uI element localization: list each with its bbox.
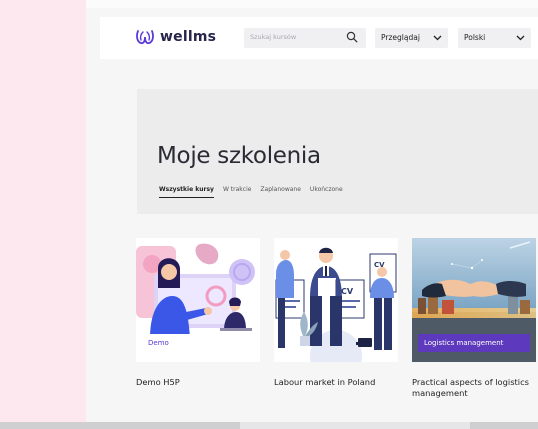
app-window: wellms Szukaj kursów Przeglądaj Polski M… [86,0,538,425]
course-title[interactable]: Practical aspects of logistics managemen… [412,377,536,399]
course-title[interactable]: Demo H5P [136,377,260,388]
logo[interactable]: wellms [135,28,216,46]
wellms-logo-icon [136,30,154,45]
tab-all-courses[interactable]: Wszystkie kursy [159,186,214,198]
search-placeholder: Szukaj kursów [250,33,297,41]
bottom-bar [0,422,538,429]
bottom-bar-highlight [240,422,470,429]
tab-completed[interactable]: Ukończone [310,186,343,198]
chevron-down-icon [433,35,442,41]
browse-label: Przeglądaj [381,33,420,42]
course-title[interactable]: Labour market in Poland [274,377,398,388]
course-image: CV CV CV [274,238,398,362]
hero-panel: Moje szkolenia Wszystkie kursy W trakcie… [137,89,538,214]
page-title: Moje szkolenia [157,143,321,169]
header: wellms Szukaj kursów Przeglądaj Polski [100,17,538,59]
language-dropdown[interactable]: Polski [458,28,531,48]
logo-text: wellms [160,29,217,45]
category-badge: Demo [142,334,230,352]
browse-dropdown[interactable]: Przeglądaj [375,28,448,48]
course-card[interactable]: Logistics management Practical aspects o… [412,238,536,398]
top-strip [86,0,538,8]
category-badge: Logistics management [418,334,530,352]
tab-in-progress[interactable]: W trakcie [223,186,251,198]
course-tabs: Wszystkie kursy W trakcie Zaplanowane Uk… [159,186,352,198]
labour-market-illustration: CV CV CV [274,238,398,362]
course-card[interactable]: CV CV CV [274,238,398,387]
svg-text:CV: CV [341,287,354,296]
course-card[interactable]: Demo Demo H5P [136,238,260,387]
search-input[interactable]: Szukaj kursów [244,28,366,48]
chevron-down-icon [516,35,525,41]
language-label: Polski [464,33,486,42]
search-icon[interactable] [346,31,358,43]
tab-scheduled[interactable]: Zaplanowane [260,186,301,198]
